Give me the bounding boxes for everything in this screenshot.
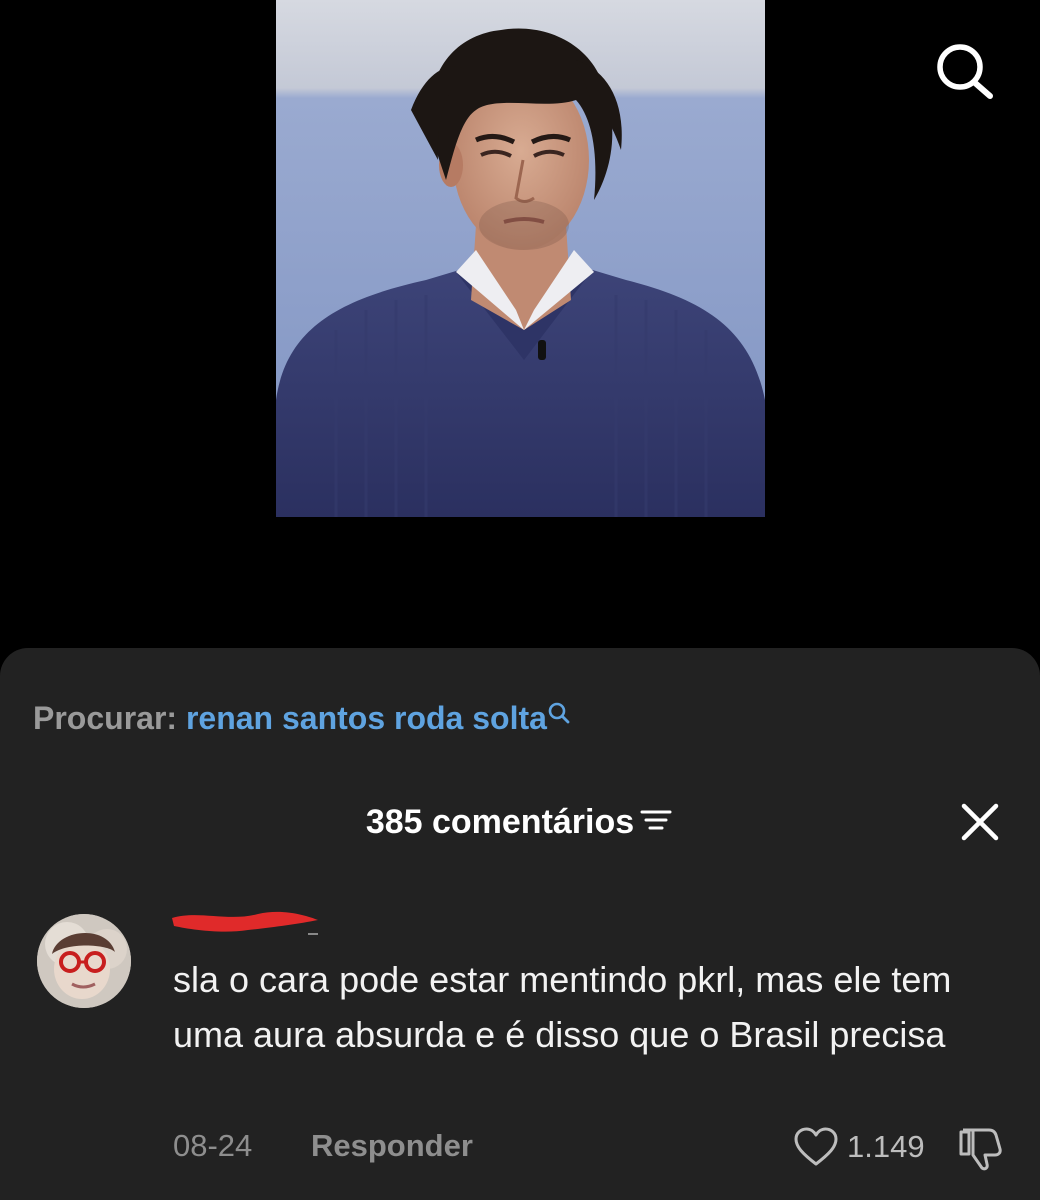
sort-icon[interactable] bbox=[638, 798, 674, 846]
like-button[interactable]: 1.149 bbox=[793, 1122, 925, 1172]
search-suggestion-query[interactable]: renan santos roda solta bbox=[186, 700, 547, 736]
reply-button[interactable]: Responder bbox=[311, 1124, 473, 1168]
dislike-button[interactable] bbox=[955, 1124, 1005, 1172]
search-suggestion-label: Procurar: bbox=[33, 700, 178, 736]
like-count: 1.149 bbox=[847, 1129, 925, 1164]
search-small-icon bbox=[547, 694, 573, 738]
comments-count-header: 385 comentários bbox=[0, 798, 1040, 846]
comment-text: sla o cara pode estar mentindo pkrl, mas… bbox=[173, 959, 952, 1055]
person-video-thumbnail bbox=[276, 0, 765, 517]
comment-date: 08-24 bbox=[173, 1128, 253, 1163]
user-avatar-image bbox=[37, 914, 131, 1008]
heart-icon bbox=[794, 1127, 838, 1166]
search-button[interactable] bbox=[928, 38, 998, 102]
search-icon bbox=[937, 44, 993, 99]
search-suggestion[interactable]: Procurar: renan santos roda solta bbox=[33, 696, 573, 740]
close-button[interactable] bbox=[956, 798, 1004, 846]
video-player[interactable] bbox=[0, 0, 1040, 660]
username-redacted[interactable] bbox=[168, 908, 322, 938]
thumbs-down-icon bbox=[959, 1128, 1002, 1171]
comments-count-title: 385 comentários bbox=[365, 803, 635, 841]
redaction-scribble bbox=[172, 911, 318, 935]
avatar[interactable] bbox=[37, 914, 131, 1008]
close-icon bbox=[961, 803, 999, 841]
video-frame[interactable] bbox=[276, 0, 765, 517]
